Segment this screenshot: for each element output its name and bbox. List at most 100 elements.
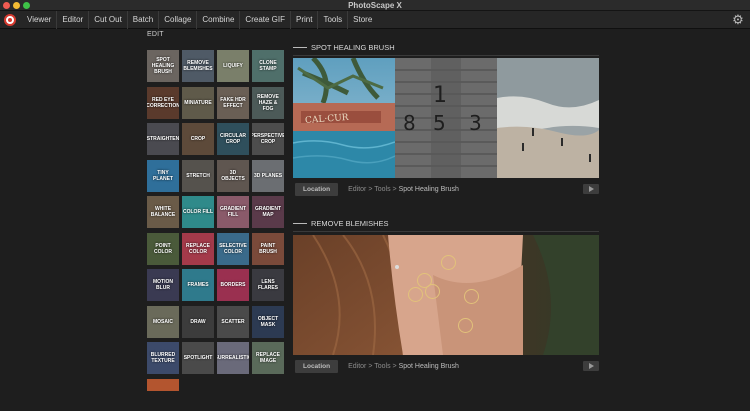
- menu-item-store[interactable]: Store: [348, 11, 377, 29]
- tool-motion-blur[interactable]: MOTION BLUR: [147, 269, 179, 301]
- menu-item-collage[interactable]: Collage: [159, 11, 198, 29]
- tool-label: BORDERS: [220, 282, 246, 288]
- tool-fake-hdr-effect[interactable]: FAKE HDR EFFECT: [217, 86, 249, 119]
- menu-item-batch[interactable]: Batch: [128, 11, 160, 29]
- tool-label: REMOVE HAZE & FOG: [257, 93, 279, 112]
- menu-path: Editor > Tools > Spot Healing Brush: [348, 363, 459, 370]
- tool-spotlight[interactable]: SPOTLIGHT: [182, 342, 214, 374]
- location-button[interactable]: Location: [295, 359, 339, 373]
- menu-item-editor[interactable]: Editor: [57, 11, 90, 29]
- photoscape-logo-icon[interactable]: [4, 14, 16, 26]
- menu-item-viewer[interactable]: Viewer: [22, 11, 58, 29]
- tool-label: REPLACE COLOR: [186, 242, 210, 255]
- tool-3d-objects[interactable]: 3D OBJECTS: [217, 159, 249, 192]
- spot-healing-example-images: CAL·CUR 1 8 5 3: [293, 58, 599, 178]
- tool-label: MINIATURE: [184, 99, 212, 106]
- tool-label: RED EYE CORRECTION: [147, 96, 179, 109]
- svg-text:5: 5: [433, 111, 446, 135]
- play-icon[interactable]: [583, 361, 599, 371]
- tool-label: LENS FLARES: [258, 279, 278, 291]
- tool-white-balance[interactable]: WHITE BALANCE: [147, 196, 179, 228]
- tool-object-mask[interactable]: OBJECT MASK: [252, 305, 284, 338]
- menu-path-current: Spot Healing Brush: [398, 362, 459, 370]
- menu-item-tools[interactable]: Tools: [318, 11, 349, 29]
- tool-label: MOSAIC: [153, 318, 173, 325]
- tool-frames[interactable]: FRAMES: [182, 269, 214, 301]
- location-button[interactable]: Location: [295, 182, 339, 196]
- tool-liquify[interactable]: LIQUIFY: [217, 50, 249, 82]
- tool-label: REPLACE IMAGE: [256, 352, 280, 364]
- tool-perspective-crop[interactable]: PERSPECTIVE CROP: [252, 123, 284, 155]
- tool-stretch[interactable]: STRETCH: [182, 159, 214, 192]
- svg-text:1: 1: [433, 83, 447, 108]
- tool-tiny-planet[interactable]: TINY PLANET: [147, 159, 179, 192]
- menu-item-combine[interactable]: Combine: [197, 11, 241, 29]
- tool-label: STRAIGHTEN: [147, 136, 179, 142]
- menu-tabs: Viewer Editor Cut Out Batch Collage Combine Cr…: [22, 11, 377, 29]
- tool-surrealistic[interactable]: SURREALISTIC: [217, 342, 249, 374]
- tool-miniature[interactable]: MINIATURE: [182, 86, 214, 119]
- tool-red-eye-correction[interactable]: RED EYE CORRECTION: [147, 86, 179, 119]
- blemish-marker: [458, 318, 473, 333]
- tool-lens-flares[interactable]: LENS FLARES: [252, 269, 284, 301]
- tool-replace-color[interactable]: REPLACE COLOR: [182, 232, 214, 265]
- pool-image: CAL·CUR: [293, 58, 395, 178]
- gear-icon[interactable]: ⚙: [731, 13, 745, 27]
- tool-tile-partial[interactable]: [147, 378, 179, 391]
- tool-label: REMOVE BLEMISHES: [183, 60, 213, 72]
- tool-mosaic[interactable]: MOSAIC: [147, 305, 179, 338]
- tool-label: WHITE BALANCE: [150, 206, 176, 218]
- tool-remove-blemishes[interactable]: REMOVE BLEMISHES: [182, 50, 214, 82]
- tool-point-color[interactable]: POINT COLOR: [147, 232, 179, 265]
- section-header-dash: [293, 46, 307, 48]
- tool-label: GRADIENT MAP: [254, 206, 282, 218]
- tool-label: PAINT BRUSH: [259, 242, 277, 255]
- tool-replace-image[interactable]: REPLACE IMAGE: [252, 342, 284, 374]
- blemish-marker: [464, 289, 479, 304]
- tool-clone-stamp[interactable]: CLONE STAMP: [252, 50, 284, 82]
- section-header-dash: [293, 222, 307, 224]
- tool-paint-brush[interactable]: PAINT BRUSH: [252, 232, 284, 265]
- tool-blurred-texture[interactable]: BLURRED TEXTURE: [147, 342, 179, 374]
- section-divider: [293, 55, 599, 56]
- blemish-marker: [441, 255, 456, 270]
- tool-label: FAKE HDR EFFECT: [220, 96, 246, 109]
- menu-path-current: Spot Healing Brush: [398, 185, 459, 193]
- tool-spot-healing-brush[interactable]: SPOT HEALING BRUSH: [147, 50, 179, 82]
- tool-straighten[interactable]: STRAIGHTEN: [147, 123, 179, 155]
- tool-3d-planes[interactable]: 3D PLANES: [252, 159, 284, 192]
- tool-label: CROP: [190, 136, 206, 142]
- tool-selective-color[interactable]: SELECTIVE COLOR: [217, 232, 249, 265]
- tool-circular-crop[interactable]: CIRCULAR CROP: [217, 123, 249, 155]
- section-header: REMOVE BLEMISHES: [293, 217, 389, 229]
- play-icon[interactable]: [583, 184, 599, 194]
- tool-label: POINT COLOR: [153, 242, 173, 255]
- tool-borders[interactable]: BORDERS: [217, 269, 249, 301]
- tool-label: OBJECT MASK: [257, 315, 279, 328]
- tool-label: PERSPECTIVE CROP: [252, 133, 284, 145]
- menu-item-cut-out[interactable]: Cut Out: [89, 11, 128, 29]
- tool-label: 3D PLANES: [253, 172, 283, 179]
- tool-label: SELECTIVE COLOR: [219, 242, 247, 255]
- tool-remove-haze-fog[interactable]: REMOVE HAZE & FOG: [252, 86, 284, 119]
- blemish-marker: [408, 287, 423, 302]
- tool-label: FRAMES: [187, 282, 209, 288]
- tool-label: STRETCH: [186, 172, 210, 179]
- menu-path-prefix: Editor > Tools >: [348, 362, 399, 370]
- menu-item-print[interactable]: Print: [291, 11, 319, 29]
- tool-crop[interactable]: CROP: [182, 123, 214, 155]
- tool-draw[interactable]: DRAW: [182, 305, 214, 338]
- tool-label: 3D OBJECTS: [221, 169, 245, 182]
- svg-text:8: 8: [403, 111, 416, 135]
- tool-color-fill[interactable]: COLOR FILL: [182, 196, 214, 228]
- tool-label: SCATTER: [221, 318, 245, 325]
- beach-image: [497, 58, 599, 178]
- tool-gradient-map[interactable]: GRADIENT MAP: [252, 196, 284, 228]
- tool-label: CLONE STAMP: [259, 60, 277, 72]
- menu-item-create-gif[interactable]: Create GIF: [240, 11, 291, 29]
- tool-gradient-fill[interactable]: GRADIENT FILL: [217, 196, 249, 228]
- tool-scatter[interactable]: SCATTER: [217, 305, 249, 338]
- section-divider: [293, 231, 599, 232]
- tool-label: DRAW: [190, 318, 206, 325]
- tool-label: TINY PLANET: [153, 169, 173, 182]
